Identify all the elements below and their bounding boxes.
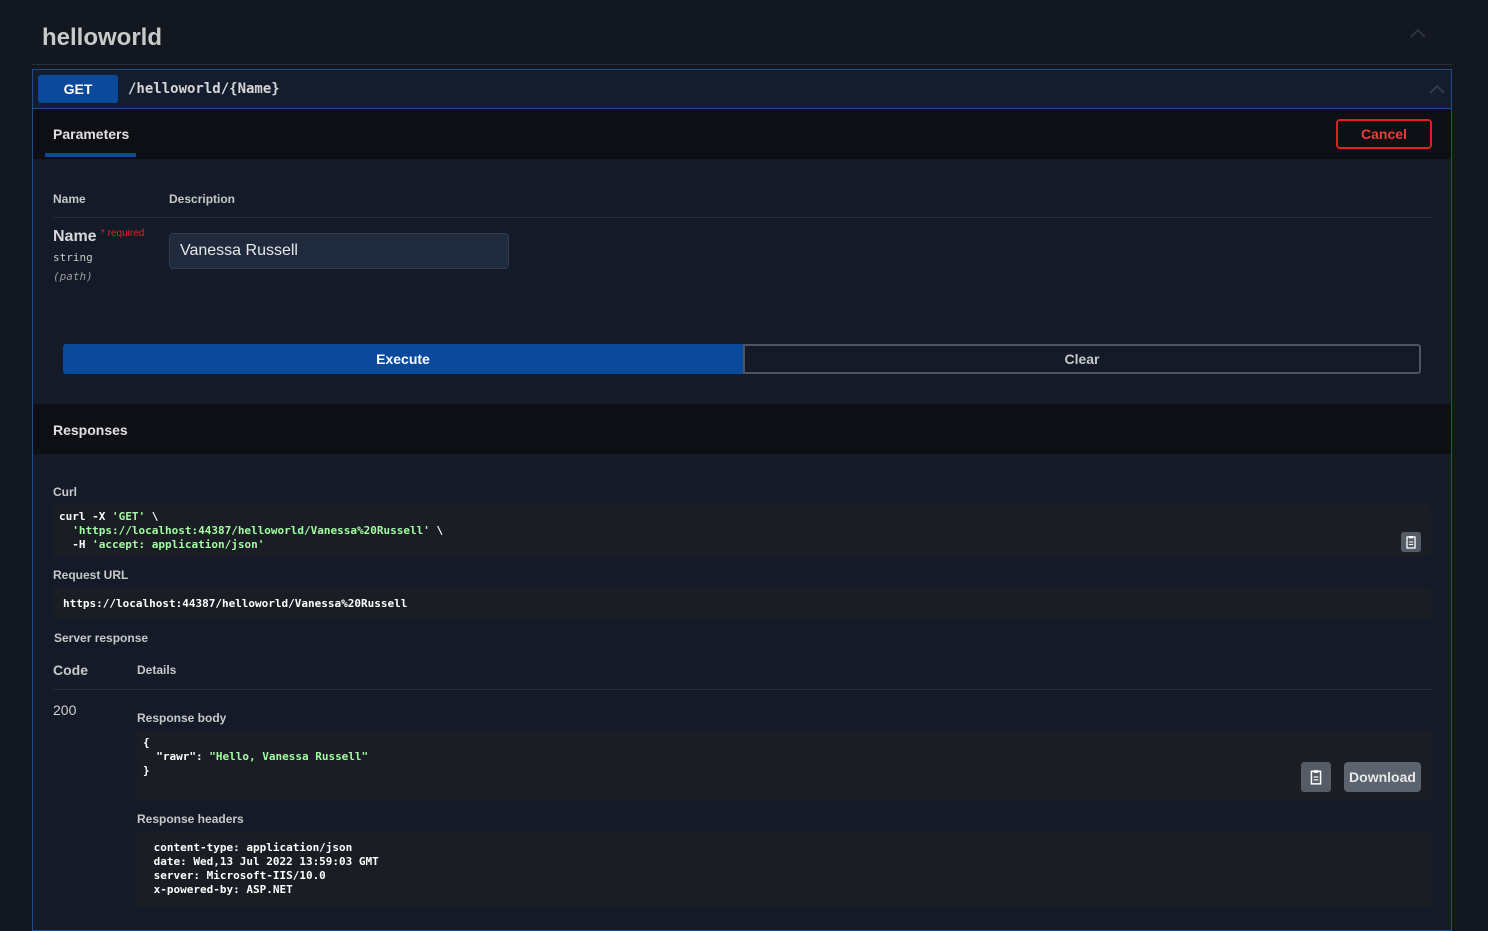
copy-response-button[interactable] <box>1301 762 1331 792</box>
name-input[interactable] <box>169 233 509 269</box>
curl-line: curl -X 'GET' \ <box>59 510 159 523</box>
parameter-name: Name <box>53 228 97 245</box>
clear-button[interactable]: Clear <box>743 344 1421 374</box>
response-body-label: Response body <box>137 711 227 725</box>
column-header-description: Description <box>169 192 236 206</box>
chevron-up-icon[interactable] <box>1410 28 1426 38</box>
response-header-line: x-powered-by: ASP.NET <box>147 883 300 896</box>
response-header-line: date: Wed,13 Jul 2022 13:59:03 GMT <box>147 855 386 868</box>
response-header-line: content-type: application/json <box>147 841 359 854</box>
clipboard-icon <box>1406 536 1416 549</box>
tab-parameters[interactable]: Parameters <box>45 109 136 157</box>
request-url-block[interactable]: https://localhost:44387/helloworld/Vanes… <box>53 587 1431 620</box>
column-header-details: Details <box>137 663 177 677</box>
copy-curl-button[interactable] <box>1401 532 1421 552</box>
parameter-location: (path) <box>53 270 93 283</box>
response-body-line: { <box>143 736 150 749</box>
divider <box>53 689 1431 690</box>
response-body-block[interactable]: { "rawr": "Hello, Vanessa Russell" } <box>137 730 1431 801</box>
required-marker: * required <box>101 228 145 239</box>
curl-line: 'https://localhost:44387/helloworld/Vane… <box>72 524 444 537</box>
execute-button[interactable]: Execute <box>63 344 743 374</box>
response-body-line: } <box>143 764 150 777</box>
operation-summary[interactable]: GET /helloworld/{Name} <box>33 70 1451 109</box>
curl-line: -H 'accept: application/json' <box>59 538 265 551</box>
operation-path: /helloworld/{Name} <box>128 81 280 97</box>
parameter-type: string <box>53 251 93 264</box>
curl-label: Curl <box>53 485 77 499</box>
response-headers-label: Response headers <box>137 812 244 826</box>
responses-header: Responses <box>33 404 1451 454</box>
response-body-line: "rawr": "Hello, Vanessa Russell" <box>143 750 369 763</box>
tag-title: helloworld <box>42 24 162 51</box>
response-status-code: 200 <box>53 702 77 718</box>
request-url-label: Request URL <box>53 568 129 582</box>
response-header-line: server: Microsoft-IIS/10.0 <box>147 869 333 882</box>
responses-title: Responses <box>53 422 128 438</box>
tag-header[interactable]: helloworld <box>32 0 1452 65</box>
method-badge: GET <box>38 75 118 103</box>
server-response-label: Server response <box>54 631 149 645</box>
request-url: https://localhost:44387/helloworld/Vanes… <box>63 597 408 610</box>
tab-parameters-label: Parameters <box>53 126 130 142</box>
curl-code-block[interactable]: curl -X 'GET' \ 'https://localhost:44387… <box>53 504 1431 557</box>
response-headers-block[interactable]: content-type: application/json date: Wed… <box>137 831 1431 907</box>
column-header-name: Name <box>53 192 86 206</box>
parameters-tab-bar: Parameters Cancel <box>33 109 1451 159</box>
chevron-up-icon[interactable] <box>1429 84 1445 94</box>
download-button[interactable]: Download <box>1344 762 1421 792</box>
clipboard-icon <box>1310 770 1322 785</box>
cancel-button[interactable]: Cancel <box>1336 119 1432 149</box>
column-header-code: Code <box>53 662 88 678</box>
operation-block: GET /helloworld/{Name} Parameters Cancel… <box>32 69 1452 931</box>
divider <box>53 217 1431 218</box>
